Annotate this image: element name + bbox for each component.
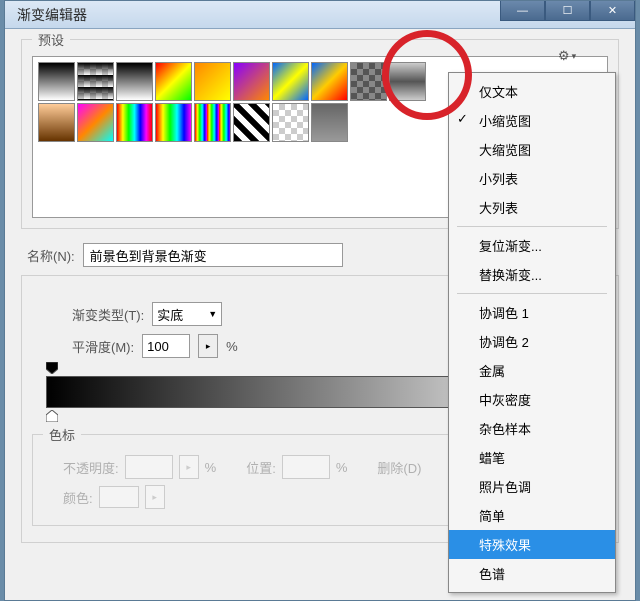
window-title: 渐变编辑器 — [17, 5, 87, 25]
chevron-down-icon: ▼ — [208, 309, 217, 319]
preset-swatch[interactable] — [350, 62, 387, 101]
preset-swatch[interactable] — [38, 103, 75, 142]
color-swatch — [99, 486, 139, 508]
delete-label: 删除(D) — [377, 458, 421, 477]
menu-item[interactable]: 蜡笔 — [449, 443, 615, 472]
preset-swatch[interactable] — [155, 103, 192, 142]
stops-label: 色标 — [43, 425, 81, 444]
type-label: 渐变类型(T): — [72, 305, 144, 324]
percent-label: % — [336, 460, 348, 475]
menu-item[interactable]: 杂色样本 — [449, 414, 615, 443]
preset-swatch[interactable] — [155, 62, 192, 101]
presets-menu-button[interactable]: ⚙▾ — [558, 48, 576, 64]
opacity-spinner: ▸ — [179, 455, 199, 479]
menu-item[interactable]: 小缩览图✓ — [449, 106, 615, 135]
preset-swatch[interactable] — [116, 103, 153, 142]
menu-item[interactable]: 协调色 2 — [449, 327, 615, 356]
name-input[interactable] — [83, 243, 343, 267]
color-label: 颜色: — [63, 488, 93, 507]
type-select[interactable]: 实底 ▼ — [152, 302, 222, 326]
smoothness-spinner[interactable]: ▸ — [198, 334, 218, 358]
preset-swatch[interactable] — [311, 103, 348, 142]
percent-label: % — [226, 339, 238, 354]
presets-flyout-menu: 仅文本小缩览图✓大缩览图小列表大列表 复位渐变...替换渐变... 协调色 1协… — [448, 72, 616, 593]
menu-item[interactable]: 复位渐变... — [449, 231, 615, 260]
preset-swatch[interactable] — [194, 62, 231, 101]
smoothness-label: 平滑度(M): — [72, 337, 134, 356]
preset-swatch[interactable] — [77, 103, 114, 142]
window-buttons: — ☐ ✕ — [500, 1, 635, 21]
opacity-label: 不透明度: — [63, 458, 119, 477]
maximize-button[interactable]: ☐ — [545, 1, 590, 21]
preset-swatch[interactable] — [77, 62, 114, 101]
preset-swatch[interactable] — [272, 62, 309, 101]
check-icon: ✓ — [457, 111, 468, 127]
menu-item[interactable]: 协调色 1 — [449, 298, 615, 327]
gear-icon: ⚙ — [558, 48, 570, 64]
menu-item[interactable]: 简单 — [449, 501, 615, 530]
preset-swatch[interactable] — [233, 103, 270, 142]
preset-swatch[interactable] — [389, 62, 426, 101]
menu-item[interactable]: 色谱 — [449, 559, 615, 588]
percent-label: % — [205, 460, 217, 475]
color-stop-left[interactable] — [46, 410, 58, 422]
preset-swatch[interactable] — [194, 103, 231, 142]
opacity-stop-left[interactable] — [46, 362, 58, 374]
opacity-input — [125, 455, 173, 479]
titlebar[interactable]: 渐变编辑器 — ☐ ✕ — [5, 1, 635, 29]
preset-swatch[interactable] — [272, 103, 309, 142]
menu-item[interactable]: 金属 — [449, 356, 615, 385]
preset-swatch[interactable] — [38, 62, 75, 101]
color-spinner: ▸ — [145, 485, 165, 509]
menu-item[interactable]: 仅文本 — [449, 77, 615, 106]
position-input — [282, 455, 330, 479]
type-value: 实底 — [157, 305, 183, 324]
close-button[interactable]: ✕ — [590, 1, 635, 21]
menu-item[interactable]: 大列表 — [449, 193, 615, 222]
presets-label: 预设 — [32, 30, 70, 49]
chevron-down-icon: ▾ — [572, 51, 577, 62]
preset-swatch[interactable] — [116, 62, 153, 101]
minimize-button[interactable]: — — [500, 1, 545, 21]
menu-item[interactable]: 照片色调 — [449, 472, 615, 501]
smoothness-input[interactable]: 100 — [142, 334, 190, 358]
menu-item[interactable]: 小列表 — [449, 164, 615, 193]
menu-separator — [457, 226, 607, 227]
menu-item[interactable]: 替换渐变... — [449, 260, 615, 289]
preset-swatch[interactable] — [233, 62, 270, 101]
preset-swatch[interactable] — [311, 62, 348, 101]
name-label: 名称(N): — [27, 246, 75, 265]
menu-item[interactable]: 中灰密度 — [449, 385, 615, 414]
position-label: 位置: — [246, 458, 276, 477]
menu-item[interactable]: 大缩览图 — [449, 135, 615, 164]
menu-item[interactable]: 特殊效果 — [449, 530, 615, 559]
menu-separator — [457, 293, 607, 294]
